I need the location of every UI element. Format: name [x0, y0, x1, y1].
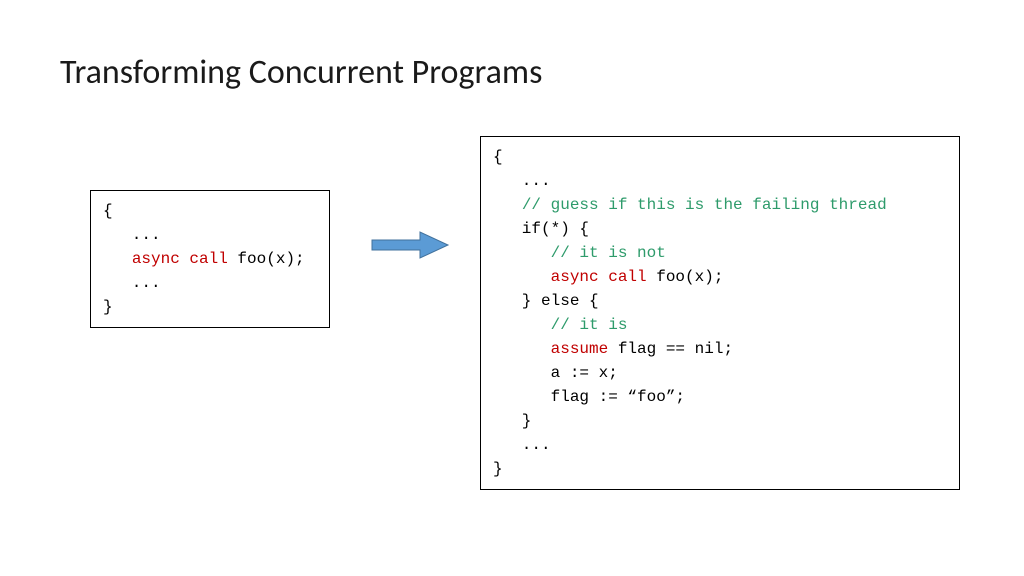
keyword-async-call: async call — [132, 250, 228, 268]
code-line: { — [103, 202, 113, 220]
code-line: ... — [103, 274, 161, 292]
code-line: } — [103, 298, 113, 316]
code-box-after: { ... // guess if this is the failing th… — [480, 136, 960, 490]
code-indent — [493, 316, 551, 334]
arrow-right-icon — [370, 230, 450, 260]
keyword-async-call: async call — [551, 268, 647, 286]
code-line: if(*) { — [493, 220, 589, 238]
code-indent — [493, 196, 522, 214]
code-text: foo(x); — [228, 250, 305, 268]
code-indent — [103, 250, 132, 268]
comment: // it is — [551, 316, 628, 334]
code-line: ... — [493, 436, 551, 454]
keyword-assume: assume — [551, 340, 609, 358]
code-line: ... — [103, 226, 161, 244]
comment: // it is not — [551, 244, 666, 262]
code-line: } else { — [493, 292, 599, 310]
slide-title: Transforming Concurrent Programs — [60, 52, 542, 93]
comment: // guess if this is the failing thread — [522, 196, 887, 214]
code-line: flag := “foo”; — [493, 388, 685, 406]
code-line: } — [493, 460, 503, 478]
code-box-before: { ... async call foo(x); ... } — [90, 190, 330, 328]
code-text: flag == nil; — [608, 340, 733, 358]
code-line: { — [493, 148, 503, 166]
code-indent — [493, 340, 551, 358]
arrow-shape — [372, 232, 448, 258]
code-line: } — [493, 412, 531, 430]
code-line: a := x; — [493, 364, 618, 382]
code-line: ... — [493, 172, 551, 190]
code-indent — [493, 244, 551, 262]
code-text: foo(x); — [647, 268, 724, 286]
code-indent — [493, 268, 551, 286]
